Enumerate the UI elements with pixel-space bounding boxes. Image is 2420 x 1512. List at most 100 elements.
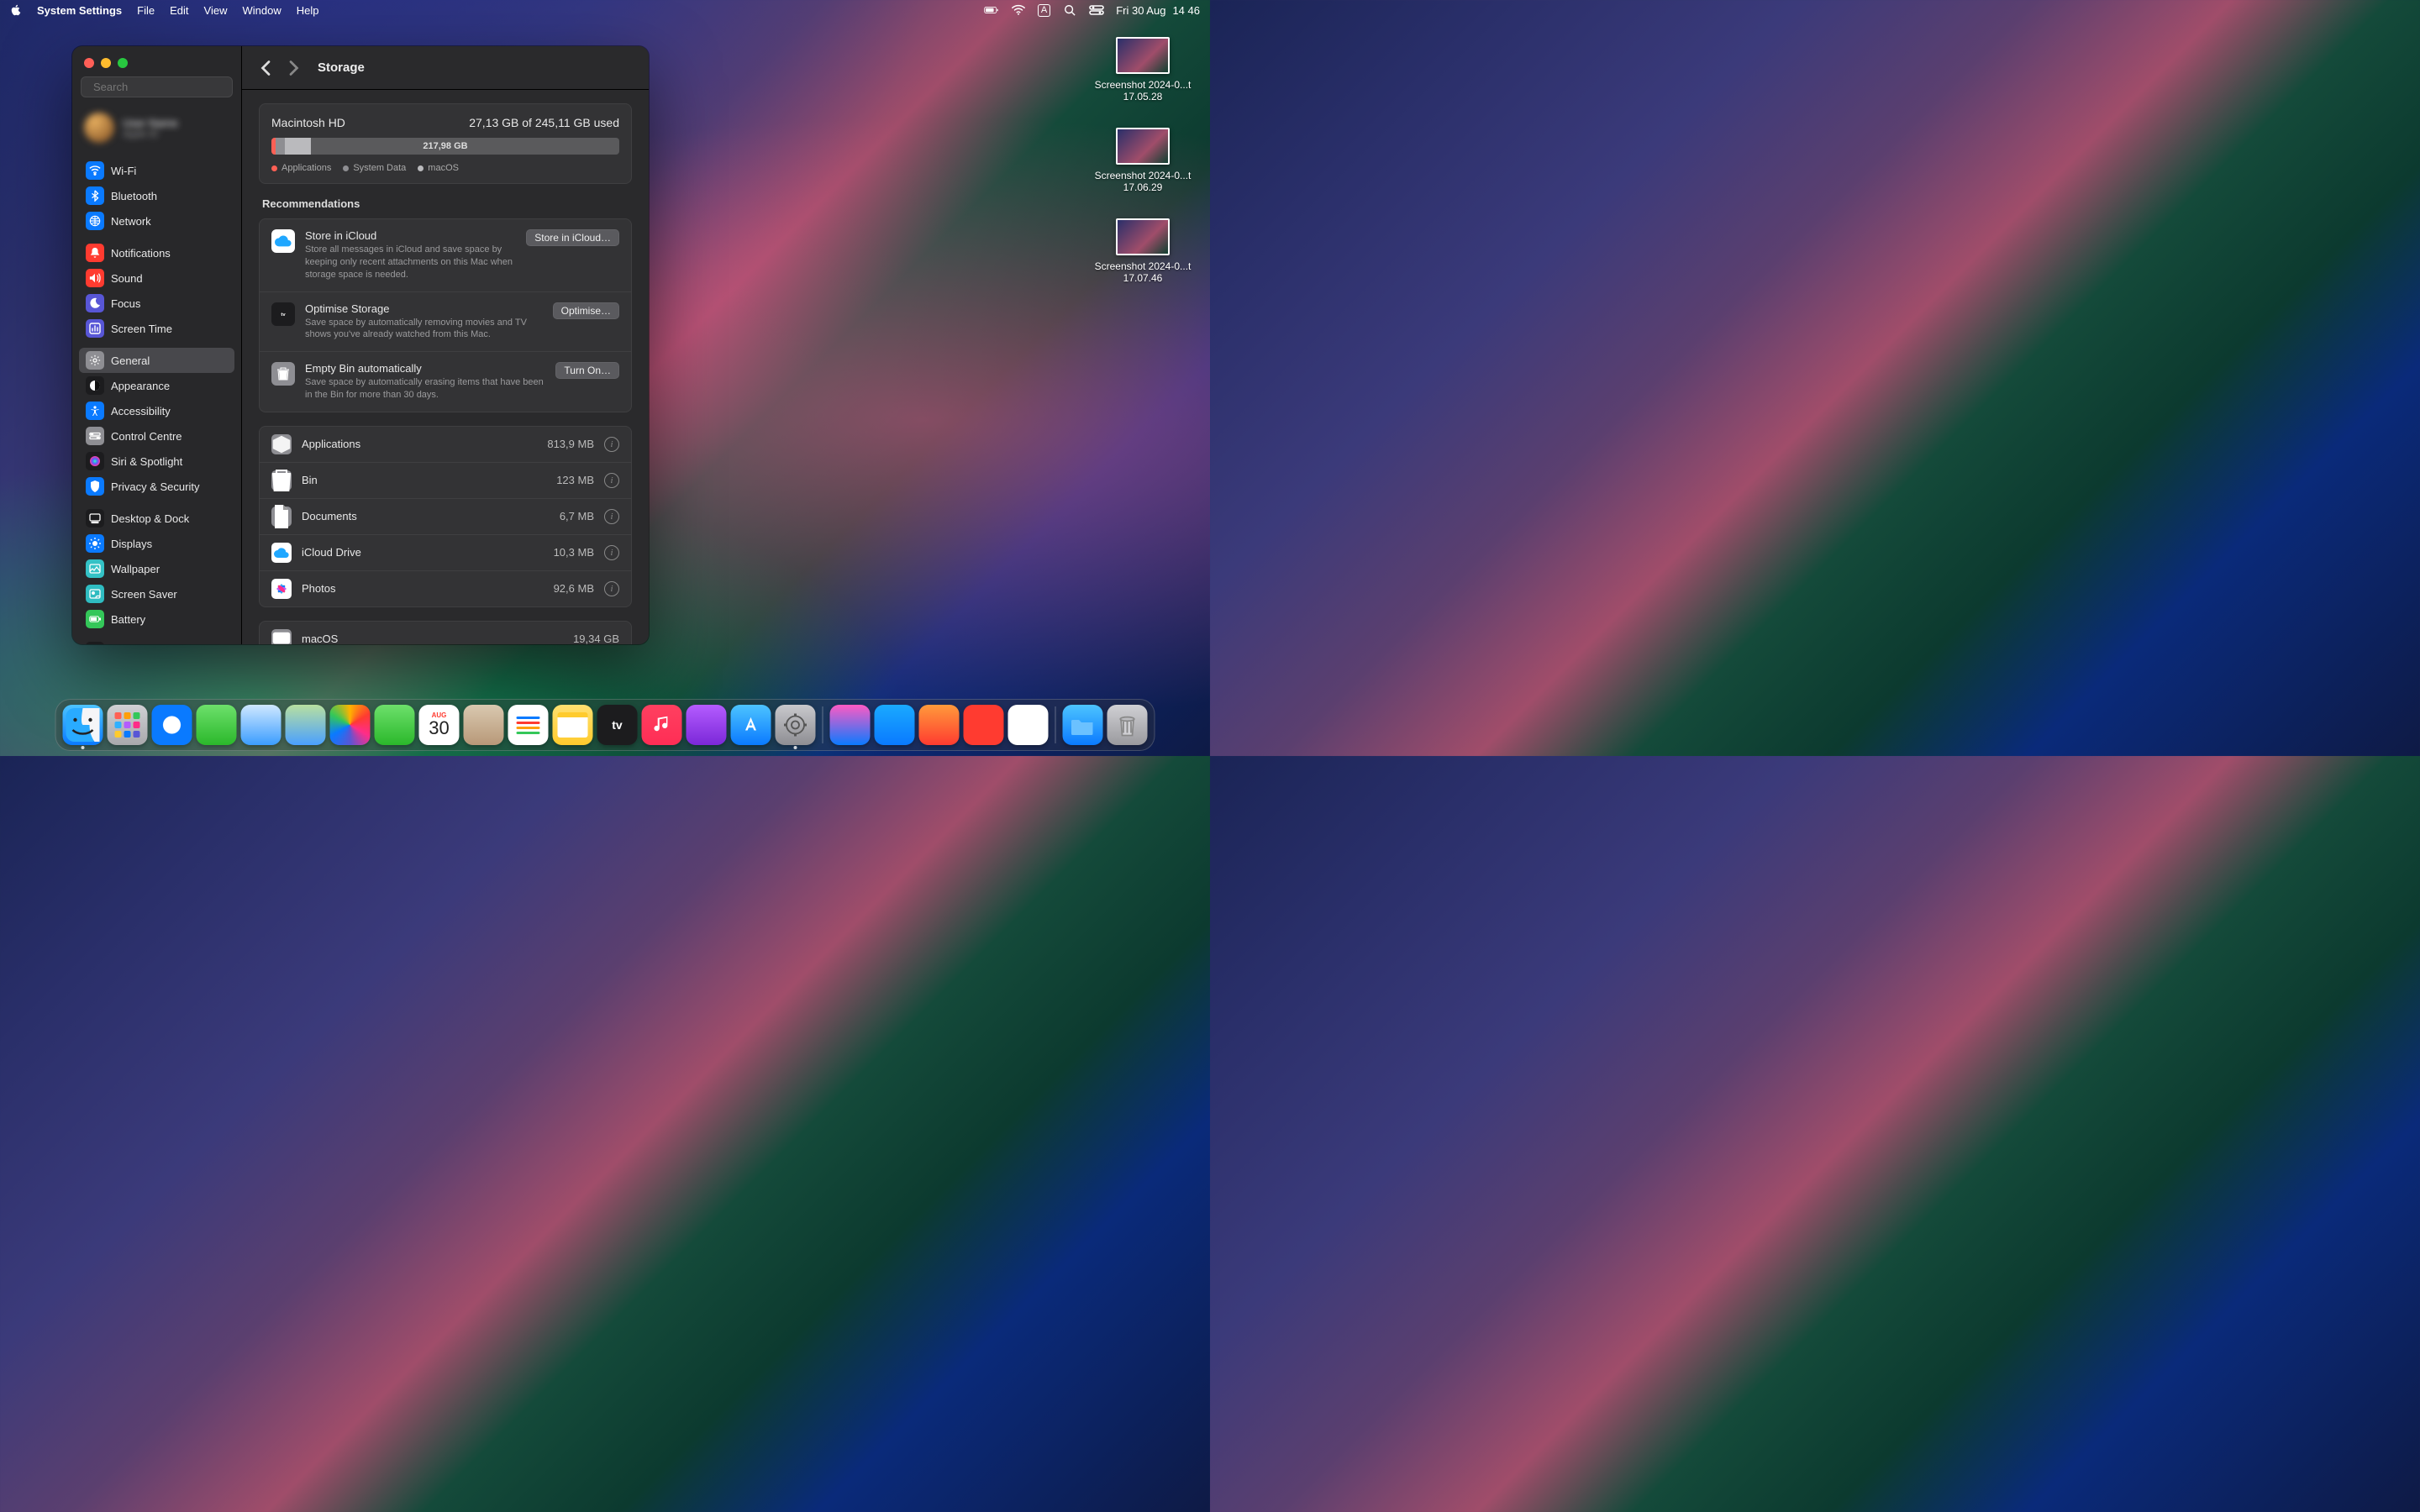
dock-r5[interactable]: [1008, 705, 1049, 745]
dock-launchpad[interactable]: [108, 705, 148, 745]
sidebar-item-displays[interactable]: Displays: [79, 531, 234, 556]
battery-icon[interactable]: [984, 4, 999, 16]
menubar-clock[interactable]: Fri 30 Aug 14 46: [1116, 4, 1200, 17]
dock-music[interactable]: [642, 705, 682, 745]
menu-window[interactable]: Window: [242, 4, 281, 17]
storage-bar-macos: [285, 138, 311, 155]
wifi-icon[interactable]: [1011, 4, 1026, 16]
desktop-file-label: Screenshot 2024-0...t 17.05.28: [1092, 79, 1193, 102]
menu-file[interactable]: File: [137, 4, 155, 17]
emptybin-button[interactable]: Turn On…: [555, 362, 619, 379]
menu-app-name[interactable]: System Settings: [37, 4, 122, 17]
desktopdock-icon: [86, 509, 104, 528]
category-documents[interactable]: Documents 6,7 MB i: [260, 498, 631, 534]
dock-messages[interactable]: [197, 705, 237, 745]
sidebar-item-network[interactable]: Network: [79, 208, 234, 234]
dock-downloads[interactable]: [1063, 705, 1103, 745]
sidebar-nav: Wi-Fi Bluetooth Network Notifications So…: [72, 155, 241, 644]
dock-maps[interactable]: [286, 705, 326, 745]
optimise-button[interactable]: Optimise…: [553, 302, 619, 319]
category-photos[interactable]: Photos 92,6 MB i: [260, 570, 631, 606]
info-button[interactable]: i: [604, 437, 619, 452]
back-button[interactable]: [259, 60, 274, 76]
control-centre-icon[interactable]: [1089, 4, 1104, 16]
dock-r1[interactable]: [830, 705, 871, 745]
dock-podcasts[interactable]: [687, 705, 727, 745]
sidebar-item-wallpaper[interactable]: Wallpaper: [79, 556, 234, 581]
sidebar-item-privacy[interactable]: Privacy & Security: [79, 474, 234, 499]
category-bin[interactable]: Bin 123 MB i: [260, 462, 631, 498]
menu-edit[interactable]: Edit: [170, 4, 188, 17]
sidebar-item-accessibility[interactable]: Accessibility: [79, 398, 234, 423]
close-button[interactable]: [84, 58, 94, 68]
sidebar-item-label: General: [111, 354, 150, 367]
desktop-file[interactable]: Screenshot 2024-0...t 17.06.29: [1092, 128, 1193, 193]
menubar-time: 14 46: [1172, 4, 1200, 17]
maps-icon: [286, 705, 326, 745]
menu-help[interactable]: Help: [297, 4, 319, 17]
dock-contacts[interactable]: [464, 705, 504, 745]
apple-menu-icon[interactable]: [10, 4, 22, 16]
sidebar-item-label: Screen Saver: [111, 588, 177, 601]
mail-icon: [241, 705, 281, 745]
dock-r3[interactable]: [919, 705, 960, 745]
minimize-button[interactable]: [101, 58, 111, 68]
dock-finder[interactable]: [63, 705, 103, 745]
sidebar-item-screensaver[interactable]: Screen Saver: [79, 581, 234, 606]
desktop-file[interactable]: Screenshot 2024-0...t 17.07.46: [1092, 218, 1193, 284]
dock-tv[interactable]: tv: [597, 705, 638, 745]
category-applications[interactable]: Applications 813,9 MB i: [260, 427, 631, 462]
info-button[interactable]: i: [604, 473, 619, 488]
dock-r4[interactable]: [964, 705, 1004, 745]
sidebar-item-screentime[interactable]: Screen Time: [79, 316, 234, 341]
sidebar-item-notifications[interactable]: Notifications: [79, 240, 234, 265]
spotlight-icon[interactable]: [1062, 4, 1077, 16]
sidebar-item-sound[interactable]: Sound: [79, 265, 234, 291]
sidebar-item-label: Wi-Fi: [111, 165, 136, 177]
icloud-button[interactable]: Store in iCloud…: [526, 229, 619, 246]
tv-icon: tv: [597, 705, 638, 745]
sidebar-search[interactable]: [81, 76, 233, 97]
sidebar-item-bluetooth[interactable]: Bluetooth: [79, 183, 234, 208]
sidebar-item-desktopdock[interactable]: Desktop & Dock: [79, 506, 234, 531]
dock-photos[interactable]: [330, 705, 371, 745]
sidebar-account[interactable]: User Name Apple ID: [72, 104, 241, 155]
dock-calendar[interactable]: AUG30: [419, 705, 460, 745]
sidebar-item-label: Siri & Spotlight: [111, 455, 182, 468]
dock-notes[interactable]: [553, 705, 593, 745]
dock-trash[interactable]: [1107, 705, 1148, 745]
sidebar-item-lockscreen[interactable]: Lock Screen: [79, 638, 234, 644]
dock-appstore[interactable]: [731, 705, 771, 745]
sidebar-item-siri[interactable]: Siri & Spotlight: [79, 449, 234, 474]
dock-r2[interactable]: [875, 705, 915, 745]
sidebar-item-focus[interactable]: Focus: [79, 291, 234, 316]
category-iclouddrive[interactable]: iCloud Drive 10,3 MB i: [260, 534, 631, 570]
applications-icon: [271, 434, 292, 454]
zoom-button[interactable]: [118, 58, 128, 68]
info-button[interactable]: i: [604, 509, 619, 524]
sidebar-item-wifi[interactable]: Wi-Fi: [79, 158, 234, 183]
recommendation-desc: Store all messages in iCloud and save sp…: [305, 244, 516, 281]
input-source-icon[interactable]: A: [1038, 4, 1050, 17]
focus-icon: [86, 294, 104, 312]
sidebar-item-battery[interactable]: Battery: [79, 606, 234, 632]
r3-icon: [919, 705, 960, 745]
messages-icon: [197, 705, 237, 745]
account-sub: Apple ID: [123, 129, 178, 139]
forward-button[interactable]: [286, 60, 301, 76]
menu-view[interactable]: View: [204, 4, 228, 17]
dock-safari[interactable]: [152, 705, 192, 745]
search-input[interactable]: [93, 81, 241, 93]
sidebar-item-general[interactable]: General: [79, 348, 234, 373]
dock-separator: [1055, 706, 1056, 743]
sidebar-item-controlcentre[interactable]: Control Centre: [79, 423, 234, 449]
sidebar-item-appearance[interactable]: Appearance: [79, 373, 234, 398]
dock-reminders[interactable]: [508, 705, 549, 745]
r5-icon: [1008, 705, 1049, 745]
info-button[interactable]: i: [604, 545, 619, 560]
info-button[interactable]: i: [604, 581, 619, 596]
desktop-file[interactable]: Screenshot 2024-0...t 17.05.28: [1092, 37, 1193, 102]
dock-mail[interactable]: [241, 705, 281, 745]
dock-facetime[interactable]: [375, 705, 415, 745]
dock-settings[interactable]: [776, 705, 816, 745]
